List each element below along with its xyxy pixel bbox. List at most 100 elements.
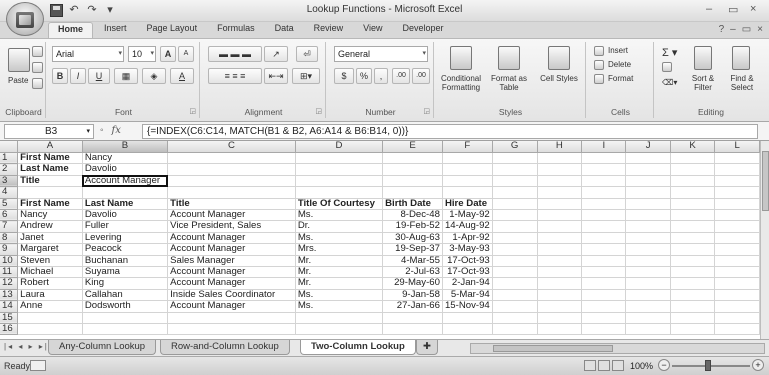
cell-c11[interactable]: Account Manager bbox=[167, 266, 296, 279]
name-box[interactable]: B3 ▾ bbox=[4, 124, 94, 139]
cell-l3[interactable] bbox=[714, 175, 760, 188]
cell-e5[interactable]: Birth Date bbox=[382, 198, 443, 210]
merge-center-button[interactable]: ⊞▾ bbox=[292, 68, 320, 84]
cell-l7[interactable] bbox=[714, 220, 760, 233]
row-header[interactable]: 8 bbox=[0, 232, 19, 245]
cell-l2[interactable] bbox=[714, 163, 760, 176]
delete-cells-button[interactable]: Delete bbox=[608, 60, 631, 69]
cell-g14[interactable] bbox=[492, 300, 538, 313]
cell-e16[interactable] bbox=[382, 323, 443, 336]
cell-k3[interactable] bbox=[670, 175, 716, 188]
row-header[interactable]: 10 bbox=[0, 255, 19, 267]
macro-record-icon[interactable] bbox=[30, 360, 46, 371]
column-header-j[interactable]: J bbox=[625, 141, 671, 153]
cell-e7[interactable]: 19-Feb-52 bbox=[382, 220, 443, 233]
wrap-text-button[interactable]: ⏎ bbox=[296, 46, 318, 62]
cell-d11[interactable]: Mr. bbox=[295, 266, 384, 279]
format-painter-icon[interactable] bbox=[32, 78, 43, 89]
cell-f10[interactable]: 17-Oct-93 bbox=[442, 255, 493, 267]
cell-c12[interactable]: Account Manager bbox=[167, 277, 296, 290]
zoom-in-icon[interactable]: + bbox=[752, 359, 764, 371]
tab-view[interactable]: View bbox=[354, 22, 391, 38]
cell-g12[interactable] bbox=[492, 277, 538, 290]
currency-button[interactable]: $ bbox=[334, 68, 354, 84]
orientation-button[interactable]: ↗ bbox=[264, 46, 288, 62]
insert-function-button[interactable]: fx bbox=[112, 125, 121, 136]
page-layout-view-icon[interactable] bbox=[598, 360, 610, 371]
cell-f16[interactable] bbox=[442, 323, 493, 336]
cell-j16[interactable] bbox=[625, 323, 671, 336]
fill-icon[interactable] bbox=[662, 62, 672, 72]
cell-k11[interactable] bbox=[670, 266, 716, 279]
cell-g9[interactable] bbox=[492, 243, 538, 256]
horizontal-scrollbar[interactable] bbox=[470, 343, 765, 354]
cell-f15[interactable] bbox=[442, 312, 493, 325]
cell-i11[interactable] bbox=[581, 266, 627, 279]
cell-b16[interactable] bbox=[82, 323, 169, 336]
cell-h13[interactable] bbox=[537, 289, 583, 302]
cell-g2[interactable] bbox=[492, 163, 538, 176]
cell-c14[interactable]: Account Manager bbox=[167, 300, 296, 313]
cell-a9[interactable]: Margaret bbox=[17, 243, 83, 256]
cell-l12[interactable] bbox=[714, 277, 760, 290]
cell-c7[interactable]: Vice President, Sales bbox=[167, 220, 296, 233]
cell-d5[interactable]: Title Of Courtesy bbox=[295, 198, 384, 210]
cell-h10[interactable] bbox=[537, 255, 583, 267]
cell-c3[interactable] bbox=[167, 175, 296, 188]
cell-i14[interactable] bbox=[581, 300, 627, 313]
vertical-align-buttons[interactable]: ▬ ▬ ▬ bbox=[208, 46, 262, 62]
cell-f9[interactable]: 3-May-93 bbox=[442, 243, 493, 256]
cell-c2[interactable] bbox=[167, 163, 296, 176]
cell-j15[interactable] bbox=[625, 312, 671, 325]
cell-h7[interactable] bbox=[537, 220, 583, 233]
percent-button[interactable]: % bbox=[356, 68, 372, 84]
cell-e3[interactable] bbox=[382, 175, 443, 188]
zoom-out-icon[interactable]: − bbox=[658, 359, 670, 371]
cell-h1[interactable] bbox=[537, 152, 583, 165]
cell-k9[interactable] bbox=[670, 243, 716, 256]
bold-button[interactable]: B bbox=[52, 68, 68, 84]
cell-h3[interactable] bbox=[537, 175, 583, 188]
cell-b1[interactable]: Nancy bbox=[82, 152, 169, 165]
cell-e13[interactable]: 9-Jan-58 bbox=[382, 289, 443, 302]
conditional-formatting-icon[interactable] bbox=[450, 46, 472, 70]
cell-a16[interactable] bbox=[17, 323, 83, 336]
worksheet-grid[interactable]: A B C D E F G H I J K L 1 First Name Nancy… bbox=[0, 141, 760, 339]
format-as-table-icon[interactable] bbox=[498, 46, 520, 70]
cell-i7[interactable] bbox=[581, 220, 627, 233]
cell-g13[interactable] bbox=[492, 289, 538, 302]
cell-b5[interactable]: Last Name bbox=[82, 198, 169, 210]
cell-c16[interactable] bbox=[167, 323, 296, 336]
cell-l14[interactable] bbox=[714, 300, 760, 313]
cell-c1[interactable] bbox=[167, 152, 296, 165]
cell-j1[interactable] bbox=[625, 152, 671, 165]
cell-i6[interactable] bbox=[581, 209, 627, 222]
insert-cells-button[interactable]: Insert bbox=[608, 46, 628, 55]
row-header[interactable]: 5 bbox=[0, 198, 19, 210]
column-header-i[interactable]: I bbox=[581, 141, 627, 153]
cell-a10[interactable]: Steven bbox=[17, 255, 83, 267]
column-header-b[interactable]: B bbox=[82, 141, 169, 153]
cell-d16[interactable] bbox=[295, 323, 384, 336]
cell-h11[interactable] bbox=[537, 266, 583, 279]
italic-button[interactable]: I bbox=[70, 68, 86, 84]
cell-e1[interactable] bbox=[382, 152, 443, 165]
cell-i9[interactable] bbox=[581, 243, 627, 256]
row-header[interactable]: 2 bbox=[0, 163, 19, 176]
cell-j7[interactable] bbox=[625, 220, 671, 233]
comma-button[interactable]: , bbox=[374, 68, 388, 84]
horizontal-align-buttons[interactable]: ≡ ≡ ≡ bbox=[208, 68, 262, 84]
vertical-scroll-thumb[interactable] bbox=[762, 151, 769, 211]
cell-l6[interactable] bbox=[714, 209, 760, 222]
cell-k2[interactable] bbox=[670, 163, 716, 176]
cell-d14[interactable]: Ms. bbox=[295, 300, 384, 313]
zoom-slider-knob[interactable] bbox=[705, 360, 711, 371]
column-header-e[interactable]: E bbox=[382, 141, 443, 153]
tab-home[interactable]: Home bbox=[48, 22, 94, 38]
cell-l4[interactable] bbox=[714, 186, 760, 199]
cell-h4[interactable] bbox=[537, 186, 583, 199]
cell-f14[interactable]: 15-Nov-94 bbox=[442, 300, 493, 313]
cell-k12[interactable] bbox=[670, 277, 716, 290]
cell-f12[interactable]: 2-Jan-94 bbox=[442, 277, 493, 290]
cell-a14[interactable]: Anne bbox=[17, 300, 83, 313]
